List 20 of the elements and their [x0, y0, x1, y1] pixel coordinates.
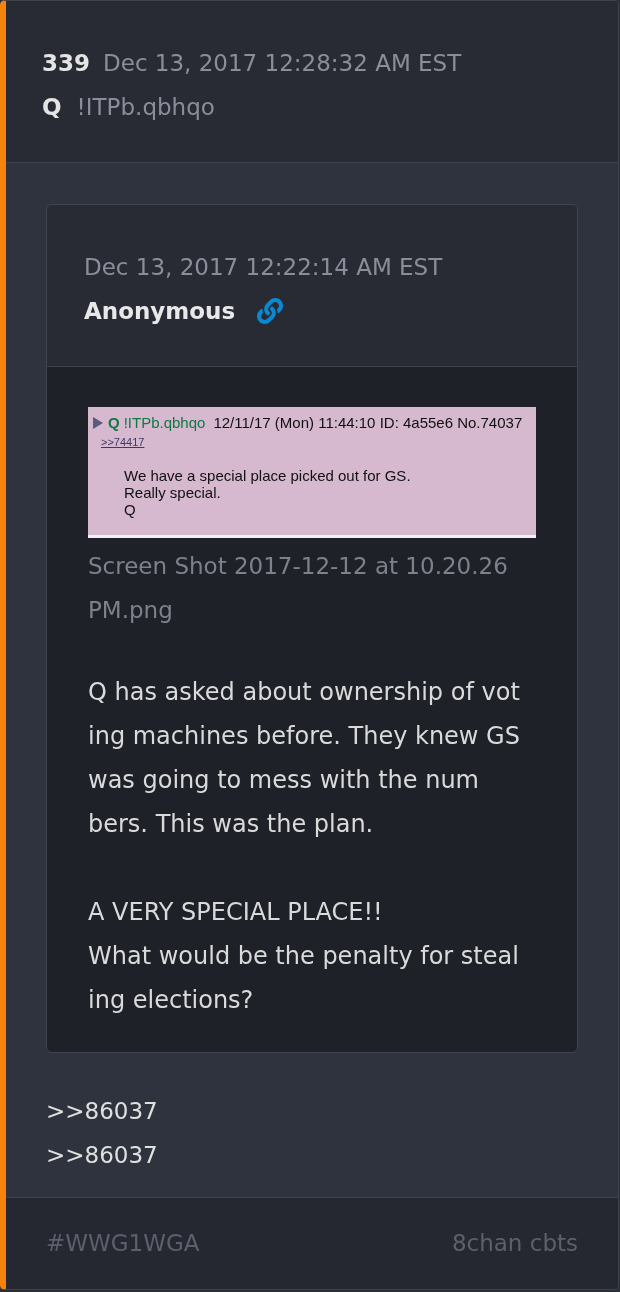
- file-name: Screen Shot 2017-12-12 at 10.20.26 PM.png: [88, 552, 508, 625]
- source-label: 8chan cbts: [451, 1229, 578, 1259]
- quoted-post-date: Dec 13, 2017 12:22:14 AM EST: [84, 253, 443, 282]
- tripcode: !ITPb.qbhqo: [123, 415, 206, 431]
- author-name: Anonymous: [84, 297, 236, 326]
- poster-name: Q: [108, 415, 120, 431]
- reply-link[interactable]: >>74417: [101, 436, 145, 448]
- post-text: Q has asked about ownership of vot ing machines before. They knew GS was going to mess with the num bers. This was the plan.: [88, 677, 520, 840]
- post-meta: 12/11/17 (Mon) 11:44:10 ID: 4a55e6 No.74037: [213, 415, 523, 431]
- tripcode: !ITPb.qbhqo: [76, 93, 215, 122]
- reply-link[interactable]: >>86037: [46, 1133, 158, 1177]
- triangle-icon: [93, 417, 103, 429]
- link-icon[interactable]: [257, 298, 284, 324]
- reply-link[interactable]: >>86037: [46, 1089, 158, 1133]
- post-number: 339: [42, 49, 90, 78]
- author-name: Q: [42, 93, 62, 122]
- post-date: Dec 13, 2017 12:28:32 AM EST: [103, 49, 462, 78]
- hashtag: #WWG1WGA: [46, 1229, 200, 1259]
- post-text: We have a special place picked out for GS. Really special. Q: [124, 467, 411, 518]
- post-text: A VERY SPECIAL PLACE!! What would be the penalty for steal ing elections?: [88, 897, 519, 1016]
